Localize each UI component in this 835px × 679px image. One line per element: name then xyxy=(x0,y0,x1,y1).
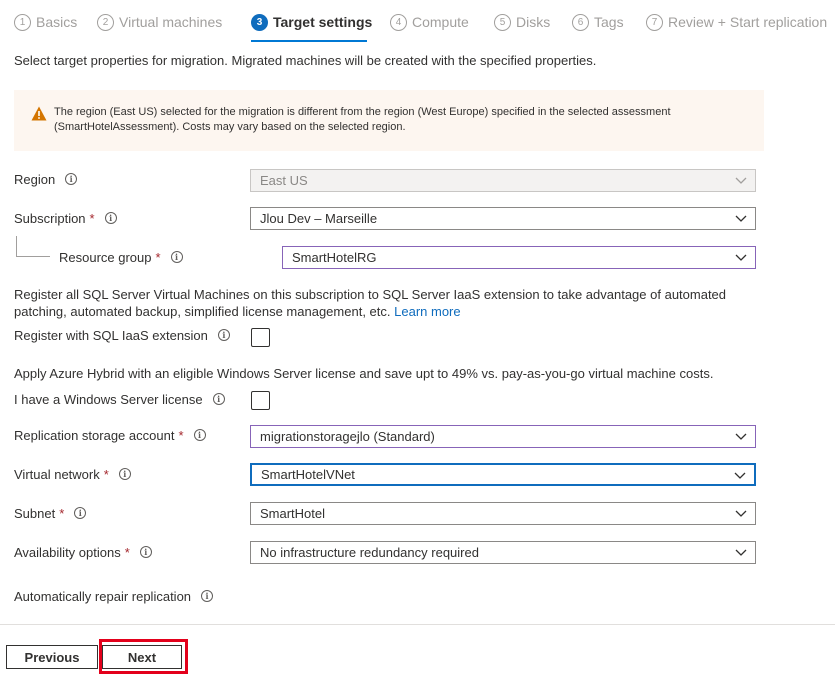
auto-repair-label: Automatically repair replication i xyxy=(14,587,214,605)
info-icon[interactable]: i xyxy=(118,468,131,480)
next-button-highlight xyxy=(99,639,188,674)
subnet-value: SmartHotel xyxy=(260,506,326,521)
region-dropdown: East US xyxy=(250,169,756,192)
step-compute[interactable]: 4 Compute xyxy=(390,11,469,33)
step-number: 2 xyxy=(97,13,114,31)
chevron-down-icon xyxy=(735,433,747,440)
required-asterisk: * xyxy=(124,544,130,560)
auto-repair-label-text: Automatically repair replication xyxy=(14,588,192,604)
subnet-label: Subnet * i xyxy=(14,504,87,522)
warning-triangle-icon xyxy=(31,106,47,121)
info-icon[interactable]: i xyxy=(170,251,183,263)
step-number: 7 xyxy=(646,13,663,31)
step-label: Compute xyxy=(412,14,469,30)
step-target-settings[interactable]: 3 Target settings xyxy=(251,11,372,33)
wizard-steps: 1 Basics 2 Virtual machines 3 Target set… xyxy=(0,0,835,44)
footer-divider xyxy=(0,624,835,625)
storage-account-label-text: Replication storage account xyxy=(14,427,175,443)
tree-connector xyxy=(16,236,17,256)
availability-options-label: Availability options * i xyxy=(14,543,152,561)
step-disks[interactable]: 5 Disks xyxy=(494,11,550,33)
sql-iaas-description: Register all SQL Server Virtual Machines… xyxy=(14,286,754,320)
region-warning-banner: The region (East US) selected for the mi… xyxy=(14,90,764,151)
required-asterisk: * xyxy=(59,505,65,521)
region-label: Region i xyxy=(14,170,78,188)
learn-more-link[interactable]: Learn more xyxy=(394,304,460,319)
step-review-start-replication[interactable]: 7 Review + Start replication xyxy=(646,11,827,33)
virtual-network-value: SmartHotelVNet xyxy=(261,467,355,482)
info-icon[interactable]: i xyxy=(139,546,152,558)
storage-account-value: migrationstoragejlo (Standard) xyxy=(260,429,435,444)
subscription-label: Subscription * i xyxy=(14,209,117,227)
storage-account-label: Replication storage account * i xyxy=(14,426,206,444)
availability-options-value: No infrastructure redundancy required xyxy=(260,545,479,560)
step-label: Review + Start replication xyxy=(668,14,828,30)
required-asterisk: * xyxy=(103,466,109,482)
windows-license-checkbox[interactable] xyxy=(251,391,270,410)
virtual-network-label: Virtual network * i xyxy=(14,465,131,483)
chevron-down-icon xyxy=(735,177,747,184)
warning-text: The region (East US) selected for the mi… xyxy=(54,106,671,133)
sql-iaas-checkbox-label: Register with SQL IaaS extension i xyxy=(14,326,230,344)
chevron-down-icon xyxy=(734,472,746,479)
info-icon[interactable]: i xyxy=(193,429,206,441)
chevron-down-icon xyxy=(735,215,747,222)
step-number: 5 xyxy=(494,13,511,31)
step-label: Basics xyxy=(36,14,78,30)
subscription-dropdown[interactable]: Jlou Dev – Marseille xyxy=(250,207,756,230)
step-number: 1 xyxy=(14,13,31,31)
sql-iaas-label-text: Register with SQL IaaS extension xyxy=(14,327,208,343)
availability-options-dropdown[interactable]: No infrastructure redundancy required xyxy=(250,541,756,564)
resource-group-value: SmartHotelRG xyxy=(292,250,377,265)
subnet-label-text: Subnet xyxy=(14,505,56,521)
step-tags[interactable]: 6 Tags xyxy=(572,11,624,33)
virtual-network-dropdown[interactable]: SmartHotelVNet xyxy=(250,463,756,486)
info-icon[interactable]: i xyxy=(65,173,78,185)
chevron-down-icon xyxy=(735,549,747,556)
subnet-dropdown[interactable]: SmartHotel xyxy=(250,502,756,525)
step-label: Tags xyxy=(594,14,624,30)
storage-account-dropdown[interactable]: migrationstoragejlo (Standard) xyxy=(250,425,756,448)
chevron-down-icon xyxy=(735,254,747,261)
tree-connector xyxy=(16,256,50,257)
resource-group-dropdown[interactable]: SmartHotelRG xyxy=(282,246,756,269)
info-icon[interactable]: i xyxy=(212,393,225,405)
step-label: Virtual machines xyxy=(119,14,223,30)
required-asterisk: * xyxy=(178,427,184,443)
sql-iaas-checkbox[interactable] xyxy=(251,328,270,347)
required-asterisk: * xyxy=(155,249,161,265)
previous-button[interactable]: Previous xyxy=(6,645,98,669)
active-step-underline xyxy=(251,40,367,42)
availability-options-label-text: Availability options xyxy=(14,544,121,560)
intro-text: Select target properties for migration. … xyxy=(14,53,597,68)
step-label: Target settings xyxy=(273,14,373,30)
resource-group-label-text: Resource group xyxy=(59,249,152,265)
virtual-network-label-text: Virtual network xyxy=(14,466,100,482)
info-icon[interactable]: i xyxy=(201,590,214,602)
windows-license-checkbox-label: I have a Windows Server license i xyxy=(14,390,225,408)
subscription-value: Jlou Dev – Marseille xyxy=(260,211,378,226)
step-number: 4 xyxy=(390,13,407,31)
azure-hybrid-description: Apply Azure Hybrid with an eligible Wind… xyxy=(14,366,714,381)
required-asterisk: * xyxy=(89,210,95,226)
step-number: 3 xyxy=(251,13,268,31)
step-basics[interactable]: 1 Basics xyxy=(14,11,77,33)
info-icon[interactable]: i xyxy=(217,329,230,341)
resource-group-label: Resource group * i xyxy=(59,248,183,266)
chevron-down-icon xyxy=(735,510,747,517)
info-icon[interactable]: i xyxy=(74,507,87,519)
subscription-label-text: Subscription xyxy=(14,210,86,226)
step-number: 6 xyxy=(572,13,589,31)
region-value: East US xyxy=(260,173,308,188)
step-virtual-machines[interactable]: 2 Virtual machines xyxy=(97,11,222,33)
step-label: Disks xyxy=(516,14,551,30)
region-label-text: Region xyxy=(14,171,56,187)
windows-license-label-text: I have a Windows Server license xyxy=(14,391,203,407)
sql-iaas-text: Register all SQL Server Virtual Machines… xyxy=(14,287,727,319)
info-icon[interactable]: i xyxy=(104,212,117,224)
